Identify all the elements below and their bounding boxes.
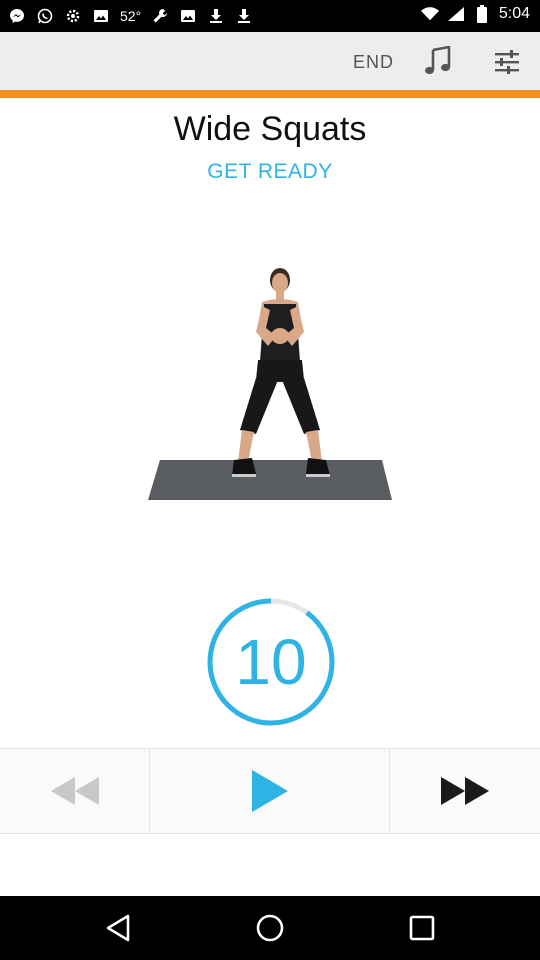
settings-icon <box>64 8 82 24</box>
fast-forward-icon <box>441 777 489 805</box>
rewind-icon <box>50 777 99 805</box>
progress-stripe <box>0 90 540 98</box>
download-icon <box>207 8 225 24</box>
image-icon <box>179 8 197 24</box>
music-note-icon[interactable] <box>424 45 452 76</box>
playback-controls <box>0 748 540 834</box>
app-toolbar: END <box>0 32 540 92</box>
exercise-illustration <box>140 262 400 510</box>
signal-icon <box>447 6 465 22</box>
messenger-icon <box>8 8 26 24</box>
play-icon <box>251 770 288 812</box>
back-icon[interactable] <box>102 912 134 944</box>
rewind-button[interactable] <box>0 749 150 833</box>
temperature: 52° <box>120 8 142 24</box>
navigation-bar <box>0 896 540 960</box>
recents-icon[interactable] <box>406 912 438 944</box>
exercise-status: GET READY <box>207 160 333 183</box>
battery-icon <box>473 5 491 23</box>
notification-icons: 52° <box>8 6 253 26</box>
exercise-title: Wide Squats <box>173 110 367 148</box>
home-icon[interactable] <box>254 912 286 944</box>
status-bar: 52° 5:04 <box>0 0 540 32</box>
wrench-icon <box>151 8 169 24</box>
fast-forward-button[interactable] <box>390 749 540 833</box>
end-button[interactable]: END <box>353 52 394 73</box>
whatsapp-icon <box>36 8 54 24</box>
system-status: 5:04 <box>420 5 530 23</box>
clock: 5:04 <box>498 5 530 22</box>
wifi-icon <box>420 6 439 22</box>
tune-sliders-icon[interactable] <box>494 50 520 74</box>
play-button[interactable] <box>150 749 390 833</box>
download-icon <box>235 8 253 24</box>
countdown-value: 10 <box>235 626 307 698</box>
image-icon <box>92 8 110 24</box>
